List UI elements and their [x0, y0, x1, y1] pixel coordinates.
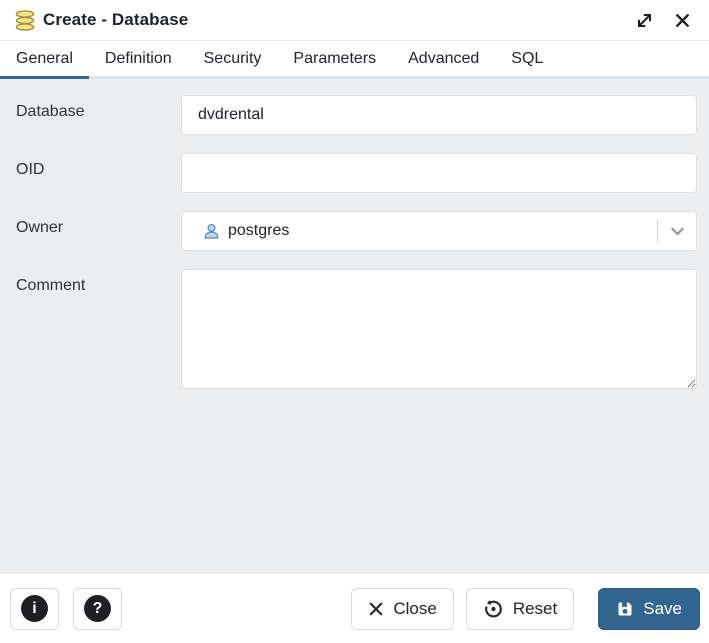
tab-security-label: Security — [204, 50, 262, 68]
restore-icon — [483, 598, 504, 619]
close-icon[interactable] — [672, 10, 693, 31]
field-row-oid: OID — [16, 153, 697, 193]
field-row-comment: Comment — [16, 269, 697, 389]
dialog-footer: i ? Close Reset — [0, 573, 709, 643]
owner-field-label: Owner — [16, 211, 181, 251]
tab-advanced[interactable]: Advanced — [392, 41, 495, 79]
reset-button[interactable]: Reset — [466, 588, 574, 630]
owner-select-value: postgres — [228, 222, 657, 240]
floppy-disk-icon — [616, 600, 634, 618]
help-button[interactable]: ? — [73, 588, 122, 630]
field-row-database: Database — [16, 95, 697, 135]
close-button-label: Close — [393, 599, 436, 619]
help-icon: ? — [84, 595, 111, 622]
owner-select[interactable]: postgres — [181, 211, 697, 251]
tab-parameters-label: Parameters — [293, 50, 376, 68]
tab-sql-label: SQL — [511, 50, 543, 68]
info-icon: i — [21, 595, 48, 622]
create-database-dialog: Create - Database General Definition Sec… — [0, 0, 709, 643]
oid-field-label: OID — [16, 153, 181, 193]
tab-definition-label: Definition — [105, 50, 172, 68]
info-button[interactable]: i — [10, 588, 59, 630]
comment-field-label: Comment — [16, 269, 181, 389]
database-icon — [14, 9, 36, 32]
tab-advanced-label: Advanced — [408, 50, 479, 68]
field-row-owner: Owner postgres — [16, 211, 697, 251]
chevron-down-icon[interactable] — [658, 223, 696, 240]
dialog-title: Create - Database — [43, 10, 188, 30]
tab-general-label: General — [16, 50, 73, 68]
close-button[interactable]: Close — [351, 588, 453, 630]
tab-parameters[interactable]: Parameters — [277, 41, 392, 79]
oid-input[interactable] — [181, 153, 697, 193]
tab-security[interactable]: Security — [188, 41, 278, 79]
dialog-titlebar: Create - Database — [0, 0, 709, 41]
maximize-icon[interactable] — [633, 9, 656, 32]
database-name-input[interactable] — [181, 95, 697, 135]
tab-sql[interactable]: SQL — [495, 41, 559, 79]
save-button[interactable]: Save — [598, 588, 700, 630]
database-field-label: Database — [16, 95, 181, 135]
x-icon — [368, 601, 384, 617]
tab-definition[interactable]: Definition — [89, 41, 188, 79]
tab-general[interactable]: General — [0, 41, 89, 79]
dialog-tabs: General Definition Security Parameters A… — [0, 41, 709, 79]
reset-button-label: Reset — [513, 599, 557, 619]
user-icon — [202, 222, 221, 241]
general-tab-panel: Database OID Owner — [0, 79, 709, 573]
comment-textarea[interactable] — [181, 269, 697, 389]
save-button-label: Save — [643, 599, 682, 619]
